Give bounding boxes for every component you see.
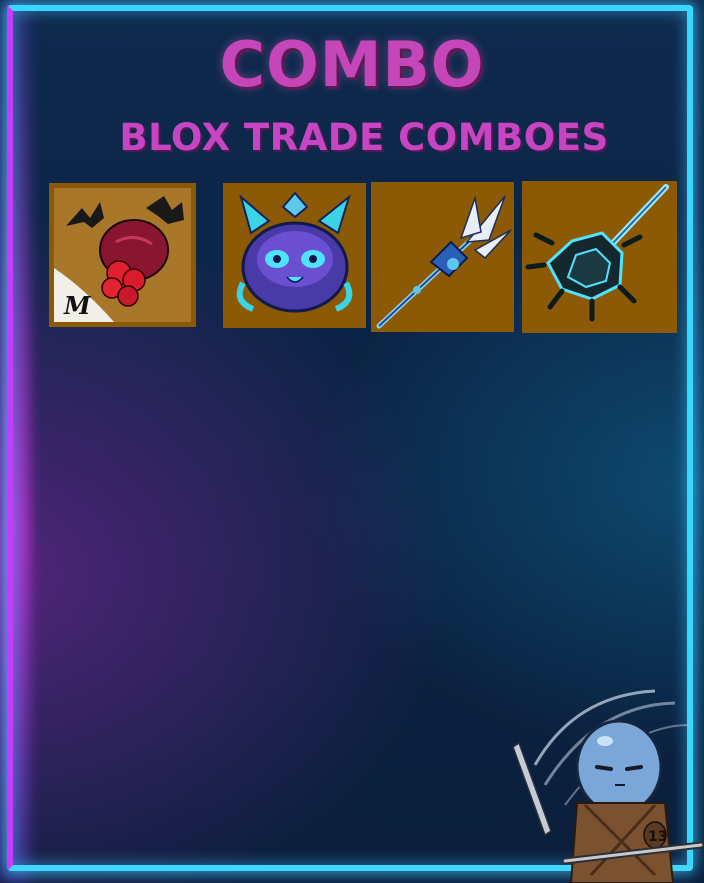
combo-item-mace[interactable] bbox=[522, 181, 677, 333]
trident-spear-icon bbox=[376, 195, 512, 329]
page-title: COMBO bbox=[219, 28, 485, 101]
combo-item-dough[interactable]: M bbox=[49, 183, 196, 327]
combo-card: COMBO BLOX TRADE COMBOES M 13 bbox=[0, 0, 704, 883]
combo-item-trident[interactable] bbox=[371, 182, 514, 332]
mastery-badge: M bbox=[63, 291, 92, 320]
kitsune-fruit-icon bbox=[236, 191, 353, 313]
combo-item-kitsune[interactable] bbox=[223, 183, 366, 328]
ninja-mascot: 13 bbox=[505, 685, 704, 883]
dough-fruit-icon: M bbox=[54, 188, 191, 322]
mascot-number: 13 bbox=[648, 829, 667, 845]
page-subtitle: BLOX TRADE COMBOES bbox=[119, 116, 609, 159]
ninja-blob-mascot-icon: 13 bbox=[512, 689, 704, 883]
spiked-mace-icon bbox=[525, 184, 669, 322]
